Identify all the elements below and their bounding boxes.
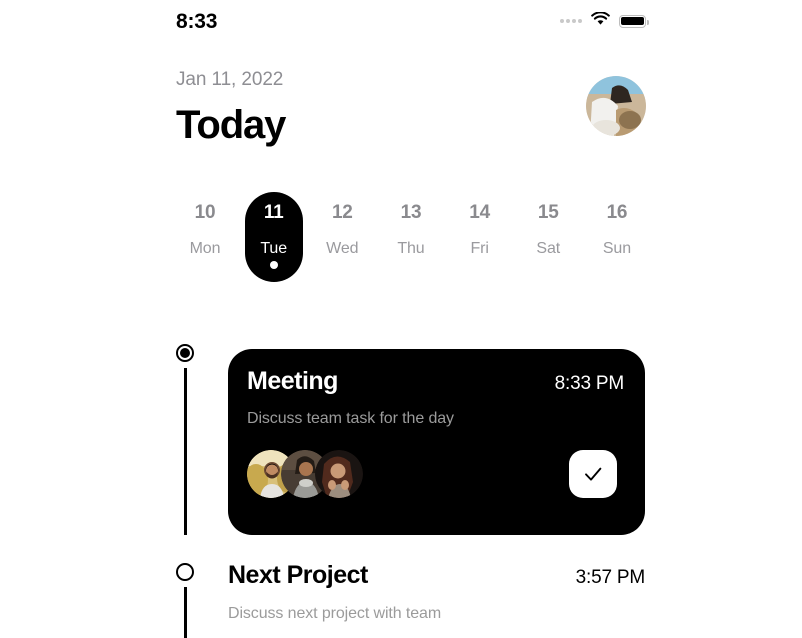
day-number: 14 xyxy=(469,202,490,223)
wifi-icon xyxy=(591,10,610,31)
event-card-header: Meeting 8:33 PM xyxy=(247,367,625,396)
complete-task-button[interactable] xyxy=(569,449,617,498)
selected-dot-indicator xyxy=(269,261,278,269)
battery-full-icon xyxy=(619,14,649,28)
event-time: 3:57 PM xyxy=(575,567,646,588)
day-number: 12 xyxy=(331,202,353,223)
day-name: Sat xyxy=(536,240,561,257)
attendee-avatar-3[interactable] xyxy=(315,449,363,498)
day-name: Sun xyxy=(602,240,632,257)
status-bar: 8:33 xyxy=(176,6,649,36)
event-card-next-project[interactable]: Next Project 3:57 PM Discuss next projec… xyxy=(228,561,646,623)
timeline-marker-inactive xyxy=(176,563,194,581)
day-name: Wed xyxy=(326,240,359,257)
day-number: 10 xyxy=(194,202,216,223)
event-time: 8:33 PM xyxy=(554,373,625,394)
day-name: Fri xyxy=(470,240,489,257)
signal-dots-icon xyxy=(560,19,582,23)
day-name: Mon xyxy=(189,240,221,257)
week-day-selector[interactable]: 10 Mon 11 Tue 12 Wed 13 Thu 14 Fri 15 Sa… xyxy=(176,192,646,292)
event-card-footer xyxy=(247,449,624,498)
event-title: Meeting xyxy=(247,367,338,395)
event-subtitle: Discuss next project with team xyxy=(228,604,442,622)
day-cell-sat[interactable]: 15 Sat xyxy=(519,192,577,257)
app-screen: 8:33 Jan 11, 2022 Today 10 Mon 11 Tue 12… xyxy=(0,0,802,638)
event-header: Next Project 3:57 PM xyxy=(228,561,646,590)
day-name: Thu xyxy=(397,240,425,257)
status-bar-icons xyxy=(560,10,649,31)
avatar[interactable] xyxy=(586,76,646,136)
day-number: 11 xyxy=(263,202,284,223)
day-number: 13 xyxy=(400,202,422,223)
page-header: Jan 11, 2022 Today xyxy=(176,62,646,158)
page-title: Today xyxy=(176,103,286,147)
day-number: 16 xyxy=(606,202,628,223)
day-cell-wed[interactable]: 12 Wed xyxy=(313,192,371,257)
timeline-line-segment xyxy=(184,368,187,535)
day-cell-mon[interactable]: 10 Mon xyxy=(176,192,234,257)
timeline-marker-active xyxy=(176,344,194,362)
event-title: Next Project xyxy=(228,561,368,589)
day-cell-fri[interactable]: 14 Fri xyxy=(451,192,509,257)
day-cell-thu[interactable]: 13 Thu xyxy=(382,192,440,257)
check-icon xyxy=(585,467,602,481)
timeline-line-segment xyxy=(184,587,187,638)
day-name: Tue xyxy=(260,240,287,257)
attendee-avatar-stack[interactable] xyxy=(247,449,363,498)
event-subtitle: Discuss team task for the day xyxy=(247,409,454,427)
day-number: 15 xyxy=(537,202,559,223)
status-bar-time: 8:33 xyxy=(176,9,218,33)
header-date: Jan 11, 2022 xyxy=(176,69,284,90)
day-cell-tue[interactable]: 11 Tue xyxy=(244,192,303,282)
day-cell-sun[interactable]: 16 Sun xyxy=(588,192,646,257)
event-card-meeting[interactable]: Meeting 8:33 PM Discuss team task for th… xyxy=(228,349,645,535)
